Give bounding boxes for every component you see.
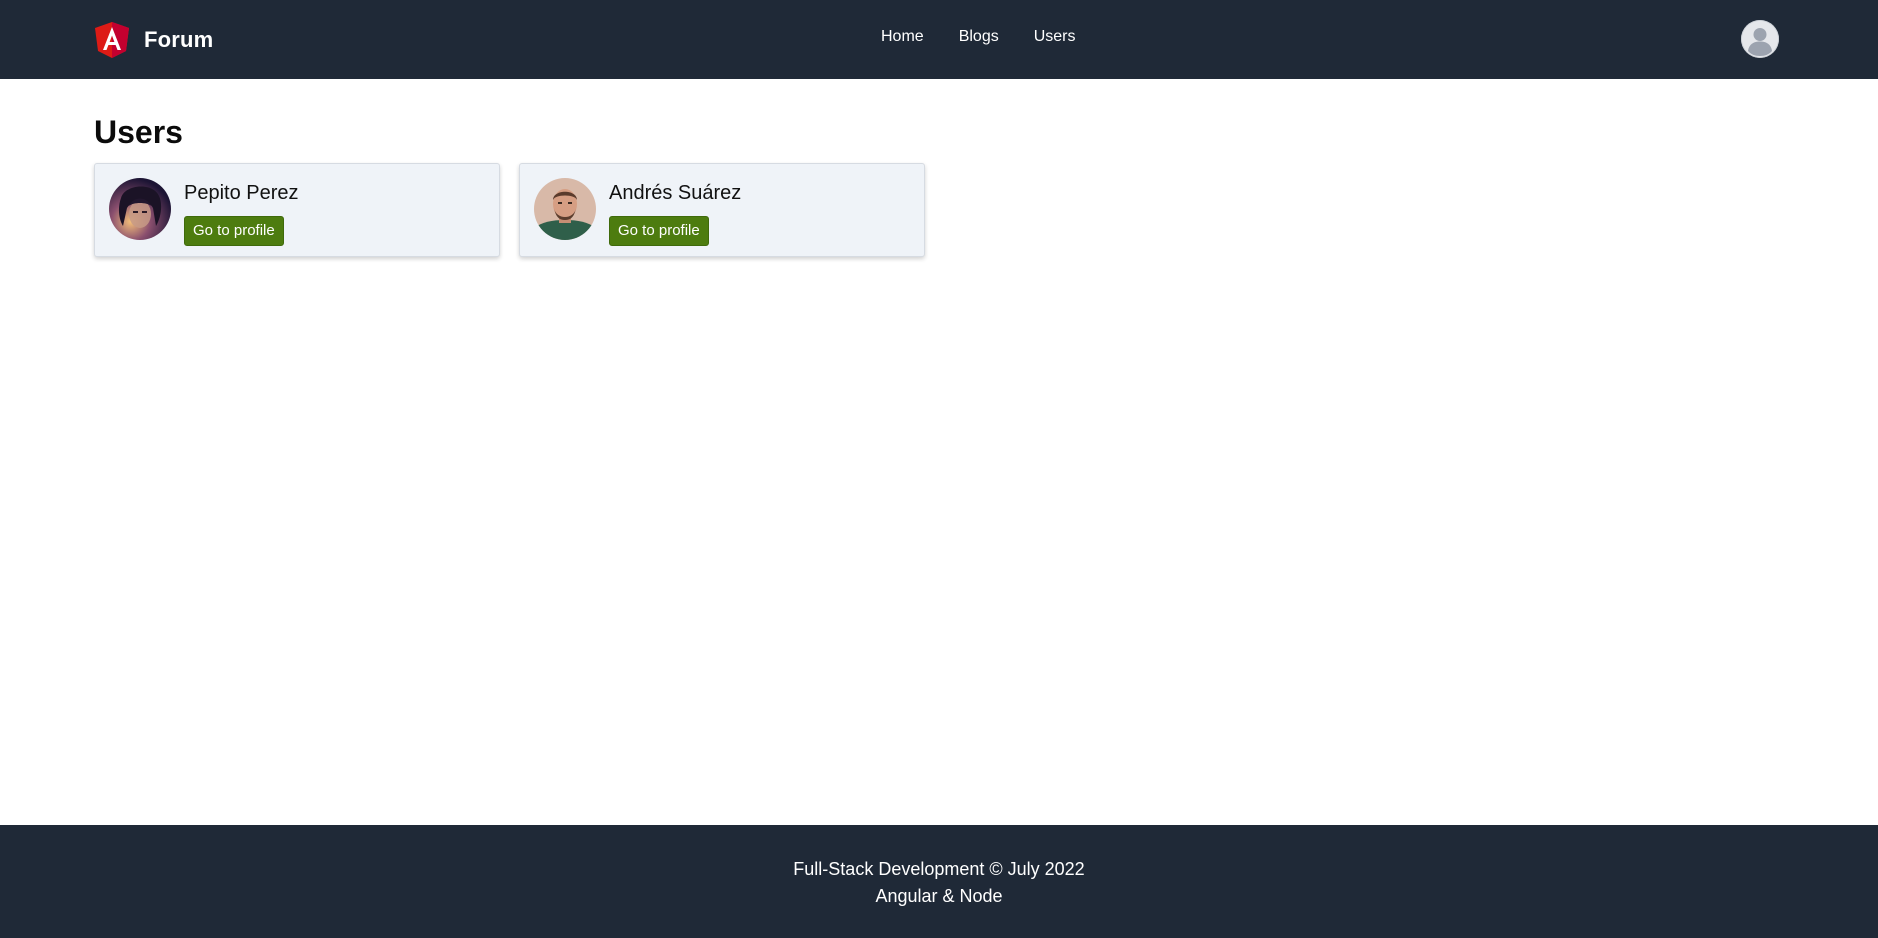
user-name: Pepito Perez [184,182,299,204]
user-avatar-icon [1742,21,1778,57]
nav-link-home[interactable]: Home [881,28,924,46]
angular-logo-icon [93,21,131,59]
nav-link-users[interactable]: Users [1034,28,1076,46]
page-footer: Full-Stack Development © July 2022 Angul… [0,825,1878,938]
go-to-profile-button[interactable]: Go to profile [184,216,284,246]
brand-name: Forum [144,27,214,52]
account-avatar-button[interactable] [1741,20,1779,58]
user-avatar [534,178,596,240]
top-navbar: Forum Home Blogs Users [0,0,1878,79]
user-card: Pepito Perez Go to profile [94,163,500,257]
nav-link-blogs[interactable]: Blogs [959,28,999,46]
footer-tech-stack: Angular & Node [875,886,1003,906]
user-avatar [109,178,171,240]
user-name: Andrés Suárez [609,182,742,204]
user-card: Andrés Suárez Go to profile [519,163,925,257]
page-title: Users [94,114,183,150]
footer-copyright: Full-Stack Development © July 2022 [793,859,1085,879]
go-to-profile-button[interactable]: Go to profile [609,216,709,246]
brand-home-link[interactable]: Forum [93,20,213,60]
users-list: Pepito Perez Go to profile Andrés Suárez… [94,163,925,257]
main-nav: Home Blogs Users [881,28,1076,46]
